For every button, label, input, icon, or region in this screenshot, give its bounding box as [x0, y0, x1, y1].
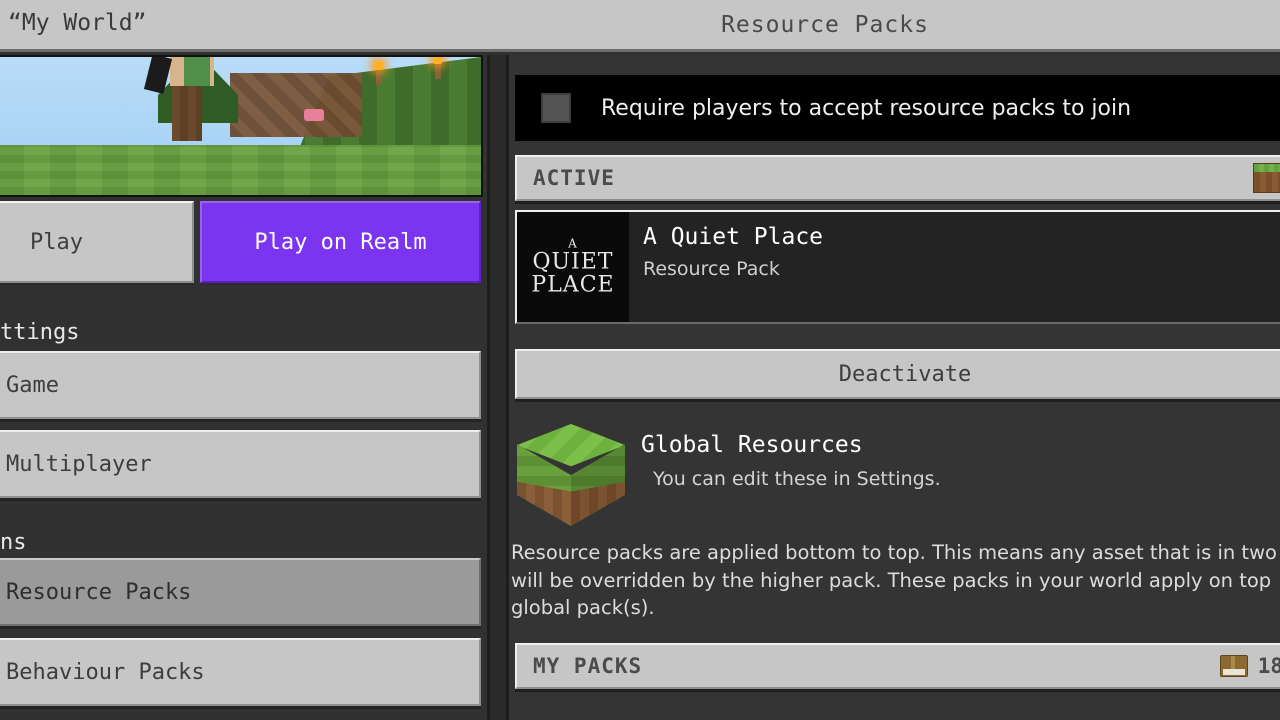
thumb-line-3: PLACE	[531, 272, 615, 298]
deactivate-button[interactable]: Deactivate	[515, 349, 1280, 399]
nav-group-label-settings: ttings	[0, 320, 487, 345]
grass-block-icon	[1253, 163, 1280, 193]
play-on-realm-button[interactable]: Play on Realm	[200, 201, 481, 283]
minecraft-world-settings-screen: “My World” Resource Packs Play Play on R…	[0, 0, 1280, 720]
resource-packs-panel: Require players to accept resource packs…	[509, 55, 1280, 720]
book-pages	[1222, 669, 1245, 675]
active-section-right	[1253, 163, 1280, 193]
left-sidebar-panel: Play Play on Realm ttings Game Multiplay…	[0, 55, 487, 720]
my-packs-count: 18	[1257, 654, 1280, 678]
sidebar-item-game[interactable]: Game	[0, 351, 481, 419]
sidebar-item-label: Resource Packs	[6, 579, 192, 605]
active-section-title: ACTIVE	[533, 166, 615, 190]
require-accept-checkbox[interactable]	[541, 93, 571, 123]
pack-row-a-quiet-place[interactable]: A QUIET PLACE A Quiet Place Resource Pac…	[515, 210, 1280, 324]
sidebar-item-label: Behaviour Packs	[6, 659, 205, 685]
play-on-realm-label: Play on Realm	[254, 229, 427, 255]
title-bar: “My World” Resource Packs	[0, 0, 1280, 52]
preview-tree-trunk	[172, 79, 202, 141]
play-buttons-row: Play Play on Realm	[0, 201, 481, 283]
preview-flame	[433, 57, 442, 64]
my-packs-section-header: MY PACKS 18	[515, 643, 1280, 689]
preview-dirt-structure	[230, 73, 362, 137]
preview-flame	[374, 61, 383, 70]
active-section-header: ACTIVE	[515, 155, 1280, 201]
sidebar-item-multiplayer[interactable]: Multiplayer	[0, 430, 481, 498]
pack-info: A Quiet Place Resource Pack Re	[629, 212, 1280, 322]
pack-subtitle: Resource Pack	[643, 258, 780, 280]
preview-pink-block	[304, 109, 324, 121]
pack-name: A Quiet Place	[643, 224, 824, 250]
require-accept-label: Require players to accept resource packs…	[601, 95, 1132, 121]
my-packs-section-title: MY PACKS	[533, 654, 643, 678]
sidebar-item-label: Multiplayer	[6, 451, 152, 477]
play-button-label: Play	[30, 229, 83, 255]
thumb-line-2: QUIET	[532, 249, 614, 275]
book-icon	[1219, 655, 1248, 677]
preview-grass-ground	[0, 145, 481, 195]
sidebar-item-label: Game	[6, 372, 59, 398]
pack-thumbnail: A QUIET PLACE	[517, 212, 629, 322]
screen-title: Resource Packs	[721, 12, 929, 38]
grass-block-3d-icon	[515, 418, 627, 528]
world-preview-image	[0, 55, 483, 197]
global-resources-row[interactable]: Global Resources You can edit these in S…	[515, 418, 1280, 528]
my-packs-section-right: 18	[1219, 654, 1280, 678]
require-accept-row[interactable]: Require players to accept resource packs…	[515, 75, 1280, 141]
nav-group-settings-text: ttings	[0, 320, 80, 345]
global-resources-subtitle: You can edit these in Settings.	[653, 468, 941, 490]
book-spine	[1230, 656, 1235, 670]
preview-torch	[376, 69, 382, 85]
play-button[interactable]: Play	[0, 201, 194, 283]
preview-torch	[435, 63, 441, 79]
deactivate-button-label: Deactivate	[838, 361, 972, 387]
global-resources-info: Global Resources You can edit these in S…	[627, 418, 941, 528]
global-resources-title: Global Resources	[641, 432, 863, 458]
panel-divider	[487, 55, 509, 720]
thumb-line-1: A	[568, 236, 578, 251]
nav-group-label-addons: ns	[0, 530, 487, 555]
nav-group-addons-text: ns	[0, 530, 27, 555]
preview-character-shirt	[184, 57, 210, 86]
sidebar-item-resource-packs[interactable]: Resource Packs	[0, 558, 481, 626]
explanation-text: Resource packs are applied bottom to top…	[511, 541, 1277, 620]
pack-thumbnail-text: A QUIET PLACE	[517, 238, 629, 297]
sidebar-item-behaviour-packs[interactable]: Behaviour Packs	[0, 638, 481, 706]
